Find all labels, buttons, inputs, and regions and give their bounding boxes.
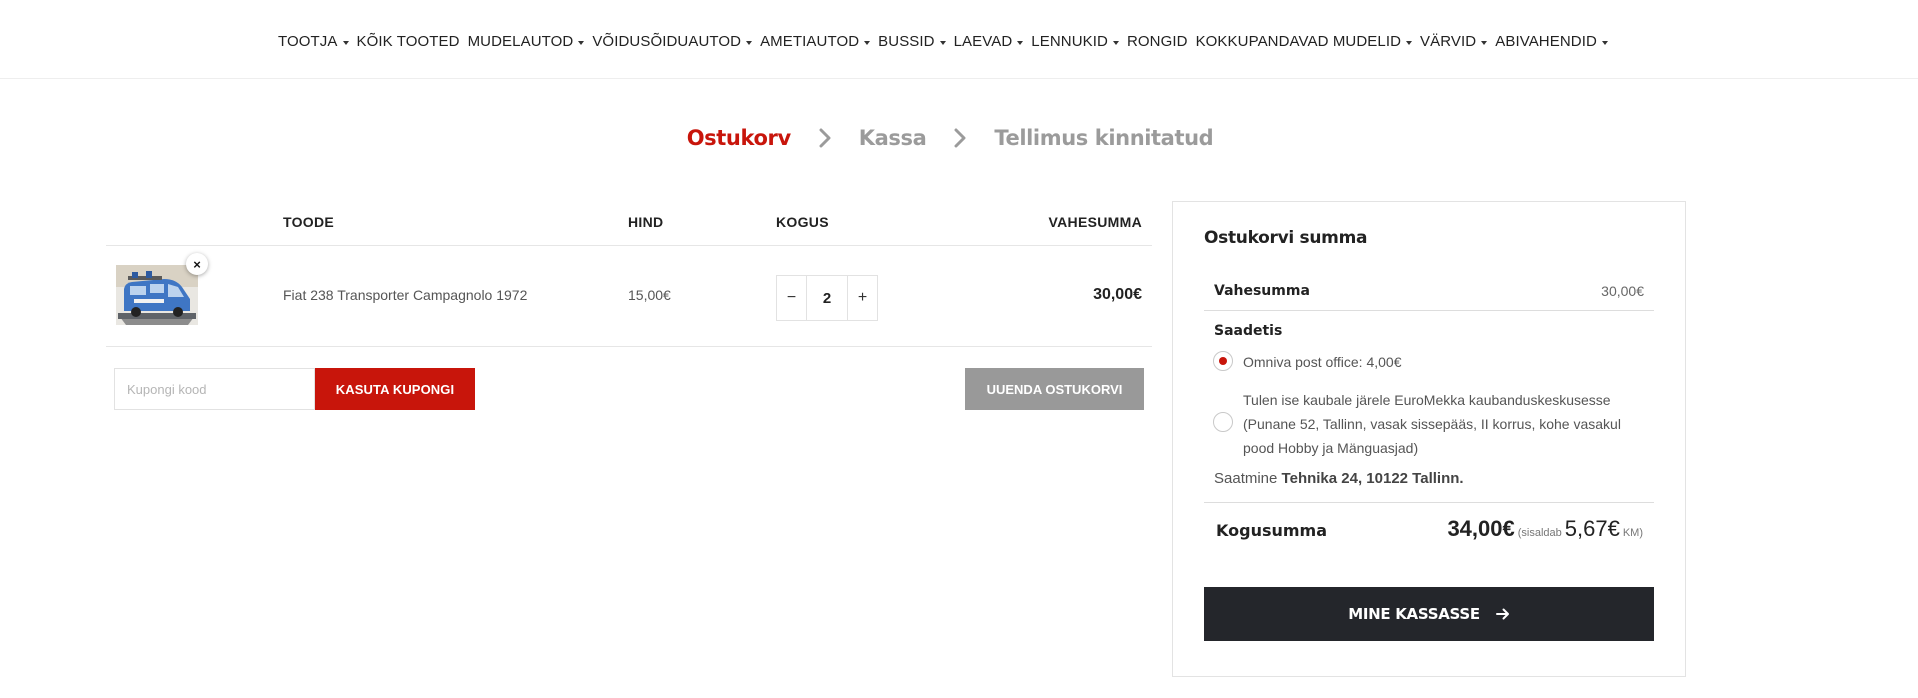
quantity-value[interactable]: 2 (806, 276, 848, 320)
nav-item-lennukid[interactable]: LENNUKID (1031, 33, 1119, 50)
product-thumbnail[interactable] (116, 265, 198, 325)
caret-down-icon (746, 40, 753, 45)
nav-item-label: MUDELAUTOD (467, 33, 574, 50)
nav-item-ametiautod[interactable]: AMETIAUTOD (760, 33, 871, 50)
nav-item-tootja[interactable]: TOOTJA (278, 33, 349, 50)
divider (1204, 502, 1654, 503)
nav-item-label: AMETIAUTOD (760, 33, 860, 50)
shipping-address-prefix: Saatmine (1214, 470, 1278, 487)
coupon-row: KASUTA KUPONGI UUENDA OSTUKORVI (106, 368, 1152, 410)
remove-item-button[interactable]: × (186, 253, 208, 275)
total-label: Kogusumma (1216, 521, 1328, 540)
totals-subtotal-row: Vahesumma 30,00€ (1204, 270, 1654, 311)
coupon-input[interactable] (114, 368, 315, 410)
caret-down-icon (864, 40, 871, 45)
tax-prefix: (sisaldab (1517, 527, 1562, 539)
chevron-right-icon (811, 124, 839, 152)
step-cart[interactable]: Ostukorv (687, 126, 791, 150)
header-subtotal: VAHESUMMA (1048, 214, 1142, 230)
nav-item-label: KOKKUPANDAVAD MUDELID (1195, 33, 1402, 50)
nav-item-label: TOOTJA (278, 33, 338, 50)
subtotal-value: 30,00€ (1601, 283, 1644, 299)
cart-table-header: TOODE HIND KOGUS VAHESUMMA (106, 200, 1152, 246)
quantity-stepper: − 2 + (776, 275, 878, 321)
product-price: 15,00€ (628, 287, 671, 303)
line-subtotal: 30,00€ (1093, 286, 1142, 303)
shipping-radio-omniva[interactable] (1213, 351, 1233, 371)
caret-down-icon (1017, 40, 1024, 45)
cart-totals: Ostukorvi summa Vahesumma 30,00€ Saadeti… (1172, 201, 1686, 677)
step-order-confirmed: Tellimus kinnitatud (994, 126, 1214, 150)
apply-coupon-button[interactable]: KASUTA KUPONGI (315, 368, 475, 410)
nav-menu: TOOTJA KÕIK TOOTED MUDELAUTOD VÕIDUSÕIDU… (278, 33, 1616, 50)
nav-item-label: LAEVAD (953, 33, 1013, 50)
nav-item-bussid[interactable]: BUSSID (878, 33, 946, 50)
nav-item-kokkupandavad-mudelid[interactable]: KOKKUPANDAVAD MUDELID (1195, 33, 1413, 50)
shipping-address: Saatmine Tehnika 24, 10122 Tallinn. (1214, 470, 1464, 487)
total-amount: 34,00€ (1447, 516, 1515, 541)
caret-down-icon (939, 40, 946, 45)
subtotal-label: Vahesumma (1214, 283, 1310, 299)
nav-item-laevad[interactable]: LAEVAD (954, 33, 1024, 50)
nav-item-label: RONGID (1126, 33, 1188, 50)
minus-icon[interactable]: − (777, 276, 806, 320)
tax-suffix: KM) (1622, 527, 1643, 539)
header-product: TOODE (283, 214, 335, 230)
product-name[interactable]: Fiat 238 Transporter Campagnolo 1972 (283, 287, 527, 303)
caret-down-icon (1112, 40, 1119, 45)
totals-title: Ostukorvi summa (1204, 228, 1368, 248)
nav-item-varvid[interactable]: VÄRVID (1420, 33, 1488, 50)
shipping-radio-pickup[interactable] (1213, 412, 1233, 432)
nav-item-koik-tooted[interactable]: KÕIK TOOTED (357, 33, 460, 50)
caret-down-icon (1406, 40, 1413, 45)
nav-item-abivahendid[interactable]: ABIVAHENDID (1495, 33, 1608, 50)
top-navigation: TOOTJA KÕIK TOOTED MUDELAUTOD VÕIDUSÕIDU… (0, 0, 1918, 79)
shipping-option-pickup[interactable]: Tulen ise kaubale järele EuroMekka kauba… (1243, 388, 1653, 460)
arrow-right-icon (1495, 607, 1510, 621)
nav-item-voidusoiduautod[interactable]: VÕIDUSÕIDUAUTOD (592, 33, 753, 50)
plus-icon[interactable]: + (848, 276, 877, 320)
chevron-right-icon (946, 124, 974, 152)
header-price: HIND (628, 214, 664, 230)
header-quantity: KOGUS (776, 214, 829, 230)
step-checkout[interactable]: Kassa (859, 126, 927, 150)
checkout-steps: Ostukorv Kassa Tellimus kinnitatud (0, 124, 1918, 152)
total-value: 34,00€ (sisaldab 5,67€ KM) (1447, 516, 1643, 542)
cart-table: TOODE HIND KOGUS VAHESUMMA × Fiat 238 Tr… (106, 200, 1152, 410)
nav-item-label: VÄRVID (1420, 33, 1477, 50)
nav-item-mudelautod[interactable]: MUDELAUTOD (468, 33, 585, 50)
table-row: × Fiat 238 Transporter Campagnolo 1972 1… (106, 246, 1152, 347)
tax-amount: 5,67€ (1564, 516, 1620, 541)
caret-down-icon (578, 40, 585, 45)
caret-down-icon (1601, 40, 1608, 45)
nav-item-label: VÕIDUSÕIDUAUTOD (592, 33, 742, 50)
checkout-button-label: MINE KASSASSE (1348, 605, 1480, 623)
shipping-option-omniva[interactable]: Omniva post office: 4,00€ (1243, 354, 1402, 370)
nav-item-label: ABIVAHENDID (1495, 33, 1597, 50)
caret-down-icon (342, 40, 349, 45)
update-cart-button[interactable]: UUENDA OSTUKORVI (965, 368, 1144, 410)
nav-item-label: KÕIK TOOTED (356, 33, 460, 50)
nav-item-label: LENNUKID (1031, 33, 1108, 50)
shipping-label: Saadetis (1214, 323, 1283, 339)
proceed-to-checkout-button[interactable]: MINE KASSASSE (1204, 587, 1654, 641)
nav-item-rongid[interactable]: RONGID (1127, 33, 1188, 50)
shipping-address-value: Tehnika 24, 10122 Tallinn. (1281, 470, 1464, 487)
caret-down-icon (1481, 40, 1488, 45)
nav-item-label: BUSSID (878, 33, 935, 50)
